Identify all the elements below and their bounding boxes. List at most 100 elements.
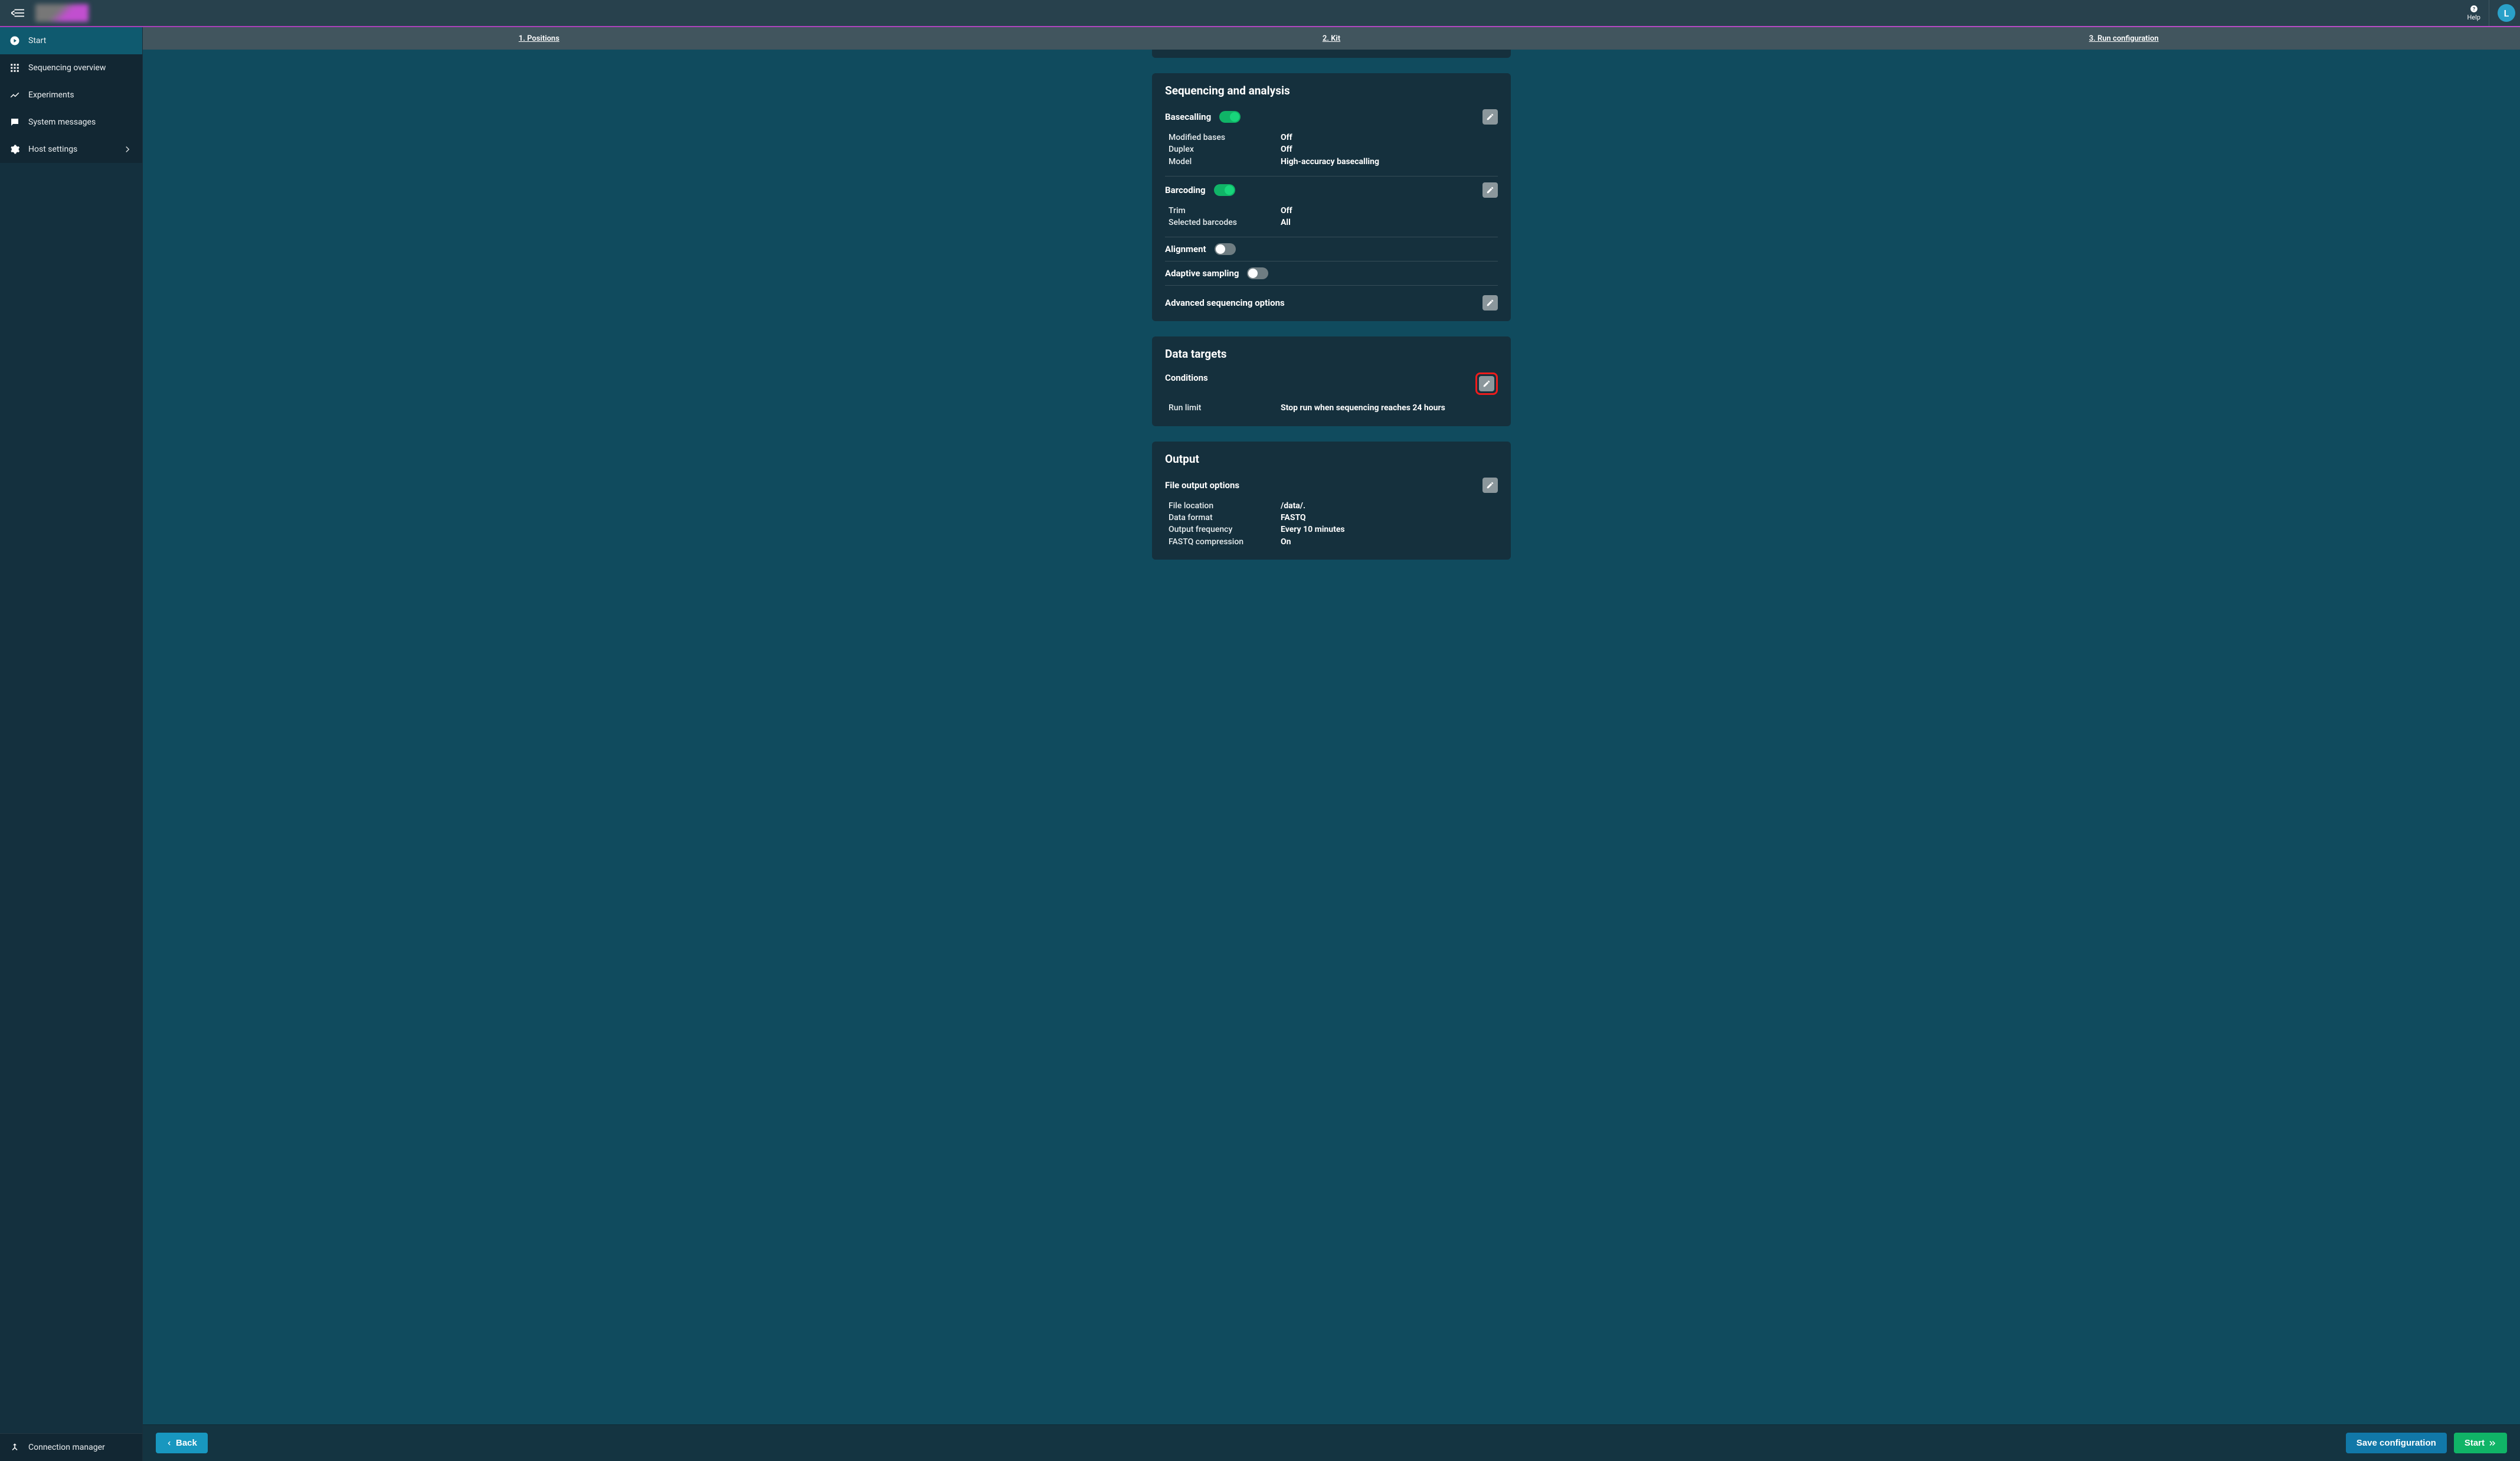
content-scroll[interactable]: Sequencing and analysis Basecalling Modi… (143, 50, 2520, 1424)
sidebar-item-label: Experiments (28, 90, 74, 100)
message-icon (9, 117, 20, 128)
pencil-icon (1486, 299, 1494, 307)
wizard-steps: 1. Positions 2. Kit 3. Run configuration (143, 27, 2520, 50)
sidebar: Start Sequencing overview Experiments Sy… (0, 27, 143, 1461)
step-label: 2. Kit (1323, 34, 1340, 43)
conditions-title: Conditions (1165, 372, 1208, 383)
pencil-icon (1486, 186, 1494, 194)
start-button[interactable]: Start (2454, 1433, 2507, 1453)
kv-value: Off (1281, 132, 1498, 143)
pencil-icon (1486, 113, 1494, 121)
adaptive-sampling-toggle[interactable] (1247, 267, 1268, 279)
kv-row: File location/data/. (1169, 500, 1498, 512)
sidebar-item-sequencing-overview[interactable]: Sequencing overview (0, 54, 142, 81)
file-output-options-row: File output options (1165, 474, 1498, 496)
pencil-icon (1486, 481, 1494, 489)
save-configuration-button[interactable]: Save configuration (2346, 1433, 2447, 1453)
kv-key: Data format (1169, 512, 1281, 524)
basecalling-edit-button[interactable] (1482, 109, 1498, 125)
kv-value: Off (1281, 143, 1498, 155)
kv-row: TrimOff (1169, 205, 1498, 217)
alignment-row: Alignment (1165, 240, 1498, 259)
kv-value: /data/. (1281, 500, 1498, 512)
basecalling-row: Basecalling (1165, 106, 1498, 128)
barcoding-row: Barcoding (1165, 179, 1498, 201)
grid-icon (9, 63, 20, 73)
sidebar-item-system-messages[interactable]: System messages (0, 109, 142, 136)
basecalling-title: Basecalling (1165, 112, 1211, 122)
conditions-edit-button[interactable] (1479, 376, 1494, 391)
user-avatar[interactable]: L (2498, 4, 2515, 22)
divider (1165, 285, 1498, 286)
back-label: Back (176, 1438, 197, 1448)
advanced-sequencing-edit-button[interactable] (1482, 295, 1498, 310)
basecalling-toggle[interactable] (1219, 111, 1241, 123)
menu-toggle-button[interactable] (0, 0, 35, 26)
alignment-title: Alignment (1165, 244, 1206, 254)
kv-key: Run limit (1169, 402, 1281, 414)
sidebar-item-connection-manager[interactable]: Connection manager (0, 1434, 142, 1461)
barcoding-title: Barcoding (1165, 185, 1206, 195)
sidebar-item-host-settings[interactable]: Host settings (0, 136, 142, 163)
footer-bar: Back Save configuration Start (143, 1424, 2520, 1461)
basecalling-details: Modified basesOff DuplexOff ModelHigh-ac… (1165, 128, 1498, 174)
kv-row: Data formatFASTQ (1169, 512, 1498, 524)
card-heading: Data targets (1165, 347, 1498, 361)
kv-row: ModelHigh-accuracy basecalling (1169, 156, 1498, 168)
sidebar-item-experiments[interactable]: Experiments (0, 81, 142, 109)
sidebar-item-label: Connection manager (28, 1443, 105, 1452)
divider (1165, 176, 1498, 177)
kv-row: Selected barcodesAll (1169, 217, 1498, 228)
kv-value: High-accuracy basecalling (1281, 156, 1498, 168)
kv-key: Modified bases (1169, 132, 1281, 143)
sidebar-item-label: System messages (28, 117, 96, 127)
file-output-options-title: File output options (1165, 480, 1239, 491)
conditions-edit-highlight (1475, 372, 1498, 395)
step-kit[interactable]: 2. Kit (935, 27, 1728, 50)
merge-icon (9, 1442, 20, 1453)
barcoding-edit-button[interactable] (1482, 182, 1498, 198)
help-icon: ? (2470, 5, 2478, 13)
adaptive-sampling-title: Adaptive sampling (1165, 268, 1239, 279)
step-label: 1. Positions (519, 34, 559, 43)
file-output-details: File location/data/. Data formatFASTQ Ou… (1165, 496, 1498, 554)
sidebar-item-label: Sequencing overview (28, 63, 106, 73)
advanced-sequencing-row: Advanced sequencing options (1165, 288, 1498, 315)
alignment-toggle[interactable] (1215, 243, 1236, 255)
conditions-row: Conditions (1165, 369, 1498, 398)
kv-value: On (1281, 536, 1498, 548)
save-label: Save configuration (2357, 1438, 2436, 1448)
kv-key: Output frequency (1169, 524, 1281, 535)
kv-value: All (1281, 217, 1498, 228)
kv-row: Run limitStop run when sequencing reache… (1169, 402, 1498, 414)
kv-value: Stop run when sequencing reaches 24 hour… (1281, 402, 1498, 414)
card-heading: Output (1165, 452, 1498, 466)
hamburger-icon (11, 8, 24, 18)
step-positions[interactable]: 1. Positions (143, 27, 935, 50)
help-button[interactable]: ? Help (2459, 0, 2489, 26)
kv-value: Every 10 minutes (1281, 524, 1498, 535)
kv-key: Model (1169, 156, 1281, 168)
previous-card-stub (1152, 50, 1511, 58)
data-targets-card: Data targets Conditions Run limitStop ru… (1152, 336, 1511, 426)
kv-row: FASTQ compressionOn (1169, 536, 1498, 548)
back-button[interactable]: Back (156, 1433, 208, 1453)
step-run-configuration[interactable]: 3. Run configuration (1727, 27, 2520, 50)
divider (1165, 261, 1498, 262)
advanced-sequencing-title: Advanced sequencing options (1165, 298, 1285, 308)
kv-key: File location (1169, 500, 1281, 512)
start-label: Start (2465, 1438, 2485, 1448)
sidebar-item-start[interactable]: Start (0, 27, 142, 54)
avatar-initial: L (2504, 8, 2509, 19)
barcoding-toggle[interactable] (1214, 184, 1235, 196)
kv-row: Output frequencyEvery 10 minutes (1169, 524, 1498, 535)
kv-key: Trim (1169, 205, 1281, 217)
kv-key: FASTQ compression (1169, 536, 1281, 548)
main-panel: 1. Positions 2. Kit 3. Run configuration… (143, 27, 2520, 1461)
kv-value: FASTQ (1281, 512, 1498, 524)
pencil-icon (1482, 380, 1491, 388)
file-output-edit-button[interactable] (1482, 478, 1498, 493)
output-card: Output File output options File location… (1152, 442, 1511, 560)
sequencing-analysis-card: Sequencing and analysis Basecalling Modi… (1152, 73, 1511, 321)
conditions-details: Run limitStop run when sequencing reache… (1165, 398, 1498, 420)
